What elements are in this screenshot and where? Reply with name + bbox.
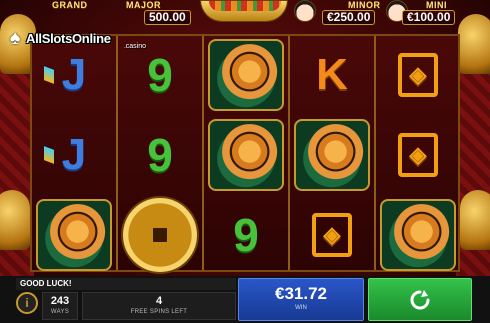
q-symbol: ◈ bbox=[376, 116, 460, 194]
lion-statue-icon bbox=[0, 190, 30, 250]
game-stage: GRAND MAJOR 500.00 MINOR €250.00 MINI €1… bbox=[0, 0, 490, 323]
jackpot-mini-value: €100.00 bbox=[402, 10, 456, 25]
free-spins-caption: FREE SPINS LEFT bbox=[130, 309, 188, 315]
jackpot-minor-label: MINOR bbox=[348, 0, 381, 10]
spade-icon: ♠ bbox=[9, 26, 21, 49]
info-icon[interactable]: i bbox=[16, 292, 38, 314]
tiger-symbol bbox=[32, 196, 116, 274]
jackpot-grand-label: GRAND bbox=[52, 0, 88, 10]
j-symbol: J bbox=[32, 116, 116, 194]
9-symbol: 9 bbox=[118, 116, 202, 194]
j-glyph: J bbox=[61, 130, 87, 179]
free-spins-value: 4 bbox=[155, 295, 163, 307]
tiger-icon bbox=[208, 119, 284, 191]
jackpot-major: MAJOR 500.00 bbox=[120, 0, 200, 26]
9-glyph: 9 bbox=[233, 209, 259, 261]
spin-button[interactable] bbox=[368, 278, 472, 321]
jackpot-mini: MINI €100.00 bbox=[400, 0, 460, 26]
q-symbol: ◈ bbox=[290, 196, 374, 274]
ways-value: 243 bbox=[50, 295, 70, 307]
diamond-icon bbox=[44, 146, 54, 164]
character-face-icon bbox=[294, 0, 316, 22]
status-message: GOOD LUCK! bbox=[16, 278, 236, 290]
win-caption: WIN bbox=[295, 305, 307, 311]
watermark-logo: ♠ AllSlotsOnline .casino bbox=[4, 24, 150, 52]
tiger-symbol bbox=[204, 36, 288, 114]
logo-text: AllSlotsOnline bbox=[26, 30, 111, 46]
9-glyph: 9 bbox=[147, 129, 173, 181]
q-glyph: ◈ bbox=[312, 213, 352, 257]
jackpot-minor: MINOR €250.00 bbox=[318, 0, 388, 26]
noodle-bowl-icon bbox=[200, 0, 288, 22]
logo-subtext: .casino bbox=[123, 43, 146, 50]
tiger-symbol bbox=[376, 196, 460, 274]
j-glyph: J bbox=[61, 50, 87, 99]
ways-caption: WAYS bbox=[50, 309, 70, 315]
ways-box: 243 WAYS bbox=[42, 292, 78, 320]
tiger-icon bbox=[380, 199, 456, 271]
k-glyph: K bbox=[316, 50, 348, 99]
jackpot-bar: GRAND MAJOR 500.00 MINOR €250.00 MINI €1… bbox=[0, 0, 490, 26]
free-spins-box: 4 FREE SPINS LEFT bbox=[82, 292, 236, 320]
coin-symbol bbox=[118, 196, 202, 274]
diamond-icon bbox=[44, 66, 54, 84]
lion-statue-icon bbox=[460, 190, 490, 250]
reel-grid: J J 9 9 9 K ◈ ◈ ◈ bbox=[30, 34, 460, 274]
tiger-icon bbox=[294, 119, 370, 191]
jackpot-major-value: 500.00 bbox=[144, 10, 191, 25]
q-glyph: ◈ bbox=[398, 133, 438, 177]
spin-arrow-icon bbox=[410, 289, 430, 309]
tiger-symbol bbox=[290, 116, 374, 194]
jackpot-major-label: MAJOR bbox=[126, 0, 162, 10]
q-glyph: ◈ bbox=[398, 53, 438, 97]
jackpot-minor-value: €250.00 bbox=[322, 10, 376, 25]
k-symbol: K bbox=[290, 36, 374, 114]
q-symbol: ◈ bbox=[376, 36, 460, 114]
jackpot-mini-label: MINI bbox=[426, 0, 447, 10]
control-bar: GOOD LUCK! i 243 WAYS 4 FREE SPINS LEFT … bbox=[0, 276, 490, 323]
tiger-icon bbox=[208, 39, 284, 111]
9-symbol: 9 bbox=[204, 196, 288, 274]
tiger-icon bbox=[36, 199, 112, 271]
tiger-symbol bbox=[204, 116, 288, 194]
9-glyph: 9 bbox=[147, 49, 173, 101]
jackpot-grand: GRAND bbox=[50, 0, 120, 26]
gold-coin-icon bbox=[121, 196, 199, 274]
win-display: €31.72 WIN bbox=[238, 278, 364, 321]
